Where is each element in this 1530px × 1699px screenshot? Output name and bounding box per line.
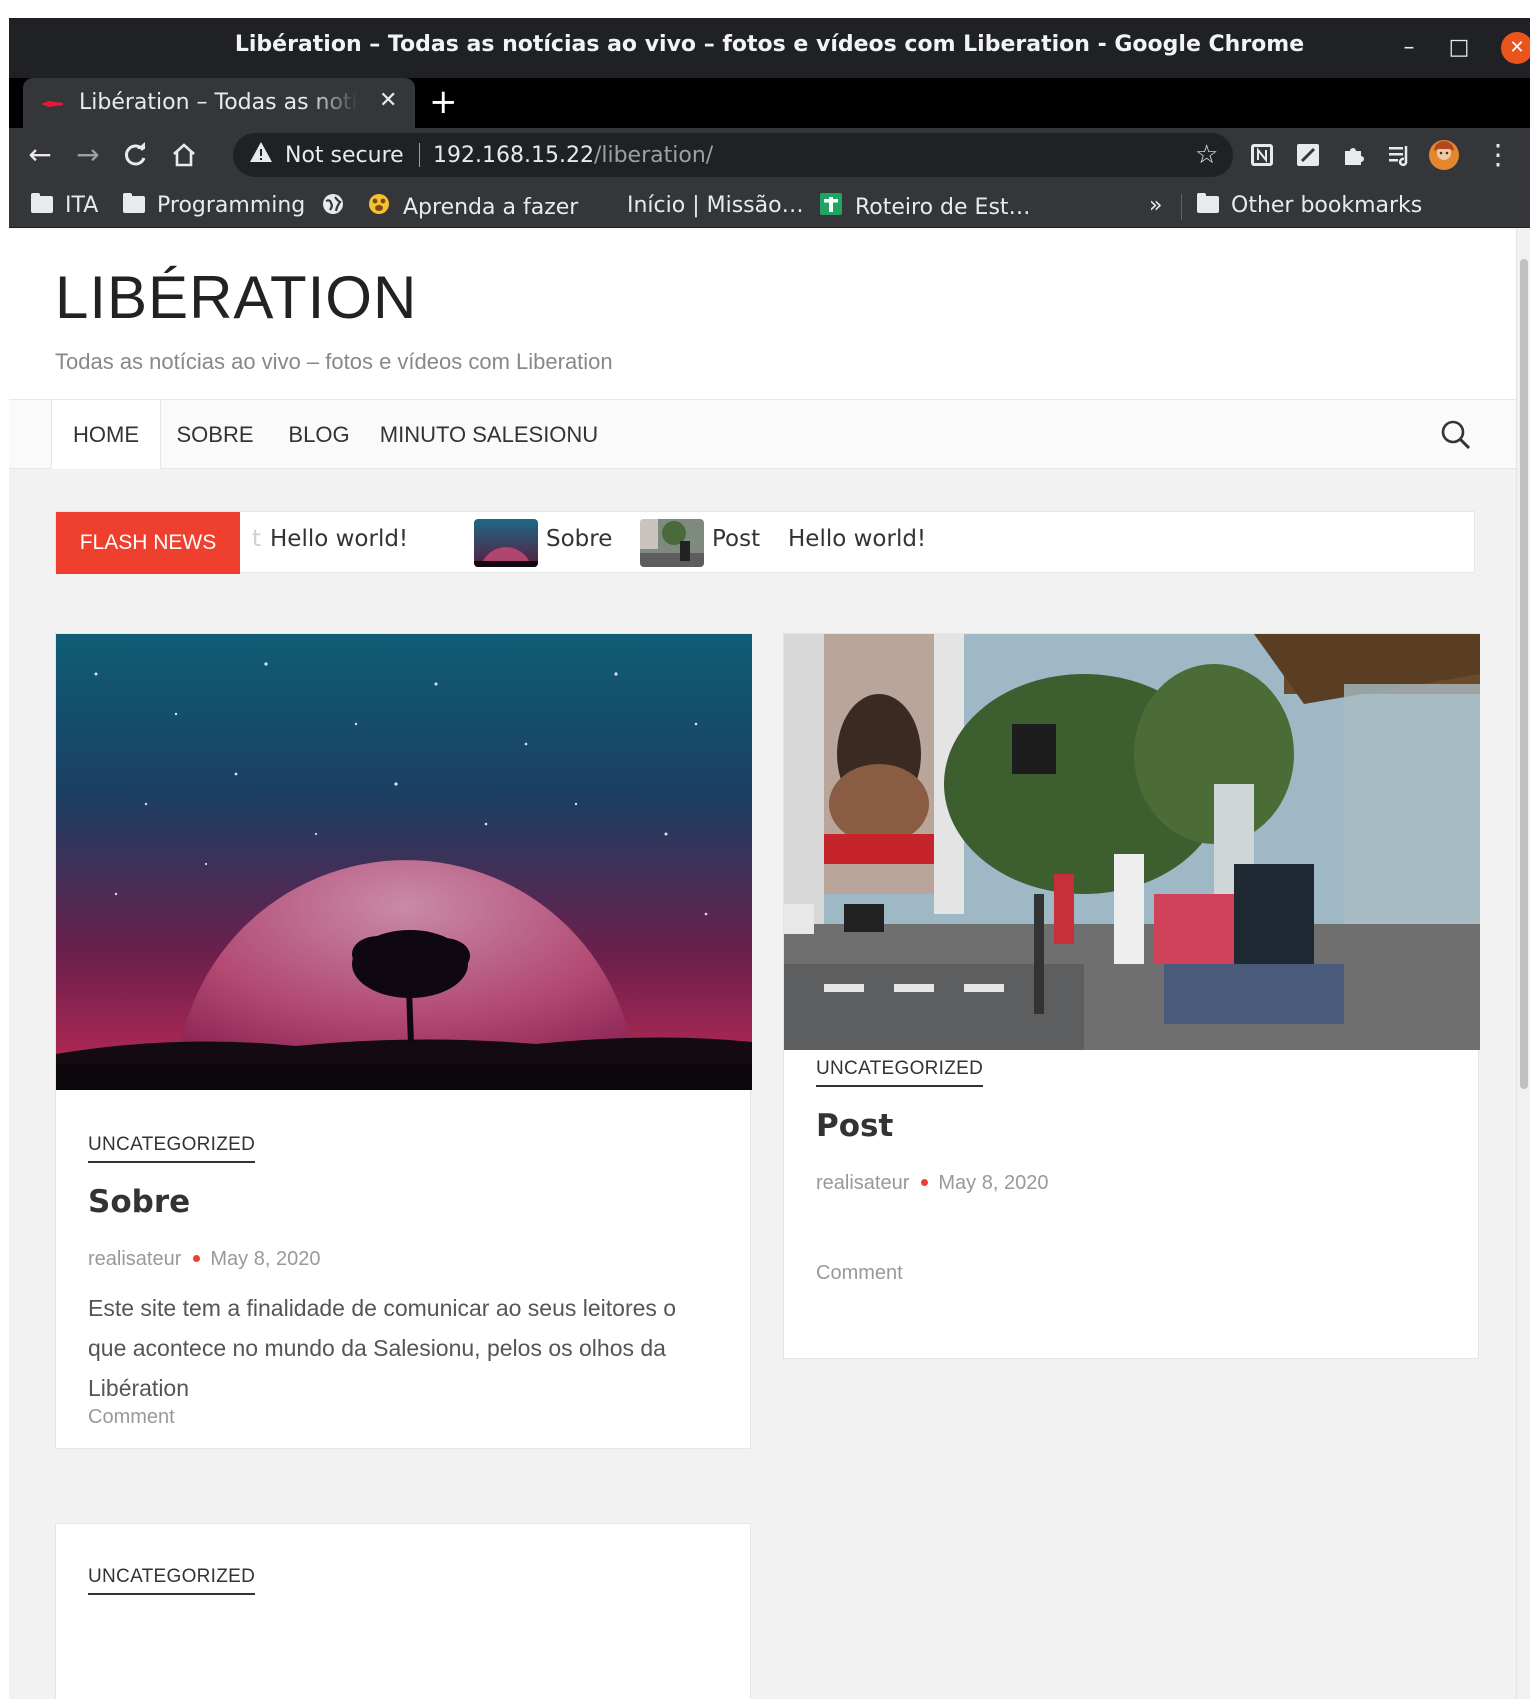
ticker-item[interactable]: Sobre (546, 526, 612, 552)
bookmark-label: Aprenda a fazer (403, 195, 579, 220)
tab-title: Libération – Todas as notícias ao vivo (79, 90, 359, 115)
bookmark-label: Roteiro de Est… (855, 195, 1031, 220)
post-card: UNCATEGORIZED Post realisateur May 8, 202… (783, 633, 1480, 1359)
not-secure-label[interactable]: Not secure (285, 143, 404, 168)
ticker-thumbnail[interactable] (474, 519, 538, 567)
tab-close-icon[interactable]: ✕ (379, 88, 397, 113)
post-excerpt: Este site tem a finalidade de comunicar … (88, 1295, 677, 1401)
scrollbar-thumb[interactable] (1520, 259, 1528, 1089)
bookmarks-bar: ITA Programming Aprenda a fazer Início |… (9, 182, 1530, 228)
post-date[interactable]: May 8, 2020 (210, 1248, 320, 1270)
nav-minuto-salesionu[interactable]: MINUTO SALESIONU (379, 400, 599, 469)
bookmark-star-icon[interactable]: ☆ (1195, 139, 1218, 170)
address-bar[interactable]: Not secure 192.168.15.22/liberation/ ☆ (233, 133, 1233, 177)
site-description: Todas as notícias ao vivo – fotos e víde… (55, 349, 613, 374)
url-text[interactable]: 192.168.15.22/liberation/ (433, 143, 713, 168)
flash-news-ticker: FLASH NEWS t Hello world! Sobre Post Hel… (55, 511, 1475, 574)
pets-icon (367, 192, 391, 224)
folder-icon (1197, 192, 1219, 213)
bookmark-label: Programming (157, 193, 306, 218)
other-bookmarks[interactable]: Other bookmarks (1197, 192, 1422, 220)
liberation-favicon-icon (41, 100, 63, 107)
post-category[interactable]: UNCATEGORIZED (816, 1058, 984, 1087)
web-page: LIBÉRATION Todas as notícias ao vivo – f… (9, 229, 1530, 1699)
ticker-item[interactable]: Hello world! (270, 526, 408, 552)
post-author[interactable]: realisateur (816, 1172, 909, 1194)
profile-avatar-icon[interactable] (1427, 138, 1461, 172)
extensions-puzzle-icon[interactable] (1337, 138, 1371, 172)
url-host: 192.168.15.22 (433, 143, 594, 168)
bookmarks-overflow-button[interactable]: » (1149, 192, 1162, 220)
post-featured-image[interactable] (784, 634, 1480, 1050)
home-icon[interactable] (167, 138, 201, 172)
post-title[interactable]: Sobre (88, 1184, 190, 1220)
chrome-menu-icon[interactable]: ⋮ (1481, 138, 1515, 172)
site-title[interactable]: LIBÉRATION (55, 263, 417, 332)
bookmark-globe[interactable] (321, 192, 357, 220)
maximize-button[interactable]: □ (1443, 32, 1475, 64)
ticker-ghost-text: t (252, 526, 262, 552)
bookmark-programming[interactable]: Programming (123, 192, 305, 220)
minimize-button[interactable]: – (1393, 32, 1425, 64)
nav-sobre[interactable]: SOBRE (171, 400, 259, 469)
bookmark-label: ITA (65, 193, 99, 218)
ticker-item[interactable]: Hello world! (788, 526, 926, 552)
plus-green-icon (819, 192, 843, 224)
ticker-thumbnail[interactable] (640, 519, 704, 567)
post-featured-image[interactable] (56, 634, 752, 1090)
ticker-item[interactable]: Post (712, 526, 760, 552)
main-nav: HOME SOBRE BLOG MINUTO SALESIONU (9, 399, 1516, 469)
page-scrollbar[interactable] (1516, 229, 1530, 1699)
search-icon[interactable] (1439, 418, 1473, 452)
forward-icon[interactable]: → (71, 138, 105, 172)
tab-liberation[interactable]: Libération – Todas as notícias ao vivo ✕ (23, 78, 415, 128)
post-category[interactable]: UNCATEGORIZED (88, 1134, 256, 1163)
browser-window: Libération – Todas as notícias ao vivo –… (9, 18, 1530, 1699)
post-card: UNCATEGORIZED Sobre realisateur May 8, 20… (55, 633, 752, 1449)
bookmark-roteiro[interactable]: Roteiro de Est… (819, 192, 1031, 220)
meta-dot (193, 1254, 201, 1262)
folder-icon (123, 192, 145, 213)
post-meta: realisateur May 8, 2020 (816, 1172, 1048, 1195)
post-comment-link[interactable]: Comment (816, 1262, 903, 1285)
close-window-button[interactable]: ✕ (1501, 32, 1530, 64)
post-date[interactable]: May 8, 2020 (938, 1172, 1048, 1194)
title-bar: Libération – Todas as notícias ao vivo –… (9, 18, 1530, 78)
site-header: LIBÉRATION Todas as notícias ao vivo – f… (9, 229, 1516, 399)
globe-icon (321, 192, 345, 224)
browser-toolbar: ← → Not secure 192.168.15.22/liberation/… (9, 128, 1530, 182)
post-category[interactable]: UNCATEGORIZED (88, 1566, 256, 1595)
flash-news-label: FLASH NEWS (56, 512, 240, 574)
post-meta: realisateur May 8, 2020 (88, 1248, 320, 1271)
meta-dot (921, 1178, 929, 1186)
folder-icon (31, 192, 53, 213)
post-card: UNCATEGORIZED (55, 1523, 751, 1699)
bookmarks-separator (1181, 194, 1182, 220)
window-title: Libération – Todas as notícias ao vivo –… (234, 32, 1305, 57)
url-path: /liberation/ (593, 143, 714, 168)
tab-strip: Libération – Todas as notícias ao vivo ✕… (9, 78, 1530, 128)
nav-home[interactable]: HOME (51, 400, 161, 469)
edit-extension-icon[interactable] (1291, 138, 1325, 172)
back-icon[interactable]: ← (23, 138, 57, 172)
media-queue-icon[interactable] (1383, 138, 1417, 172)
omnibox-separator (419, 143, 420, 167)
bookmark-label: Início | Missão… (627, 193, 804, 218)
new-tab-button[interactable]: + (429, 82, 458, 122)
nav-blog[interactable]: BLOG (279, 400, 359, 469)
notion-extension-icon[interactable] (1245, 138, 1279, 172)
reload-icon[interactable] (119, 138, 153, 172)
bookmark-label: Other bookmarks (1231, 193, 1423, 218)
post-comment-link[interactable]: Comment (88, 1406, 175, 1429)
warning-icon[interactable] (249, 141, 273, 169)
bookmark-ita[interactable]: ITA (31, 192, 98, 220)
bookmark-inicio[interactable]: Início | Missão… (627, 192, 804, 220)
post-title[interactable]: Post (816, 1108, 893, 1144)
bookmark-aprenda[interactable]: Aprenda a fazer (367, 192, 578, 220)
post-author[interactable]: realisateur (88, 1248, 181, 1270)
